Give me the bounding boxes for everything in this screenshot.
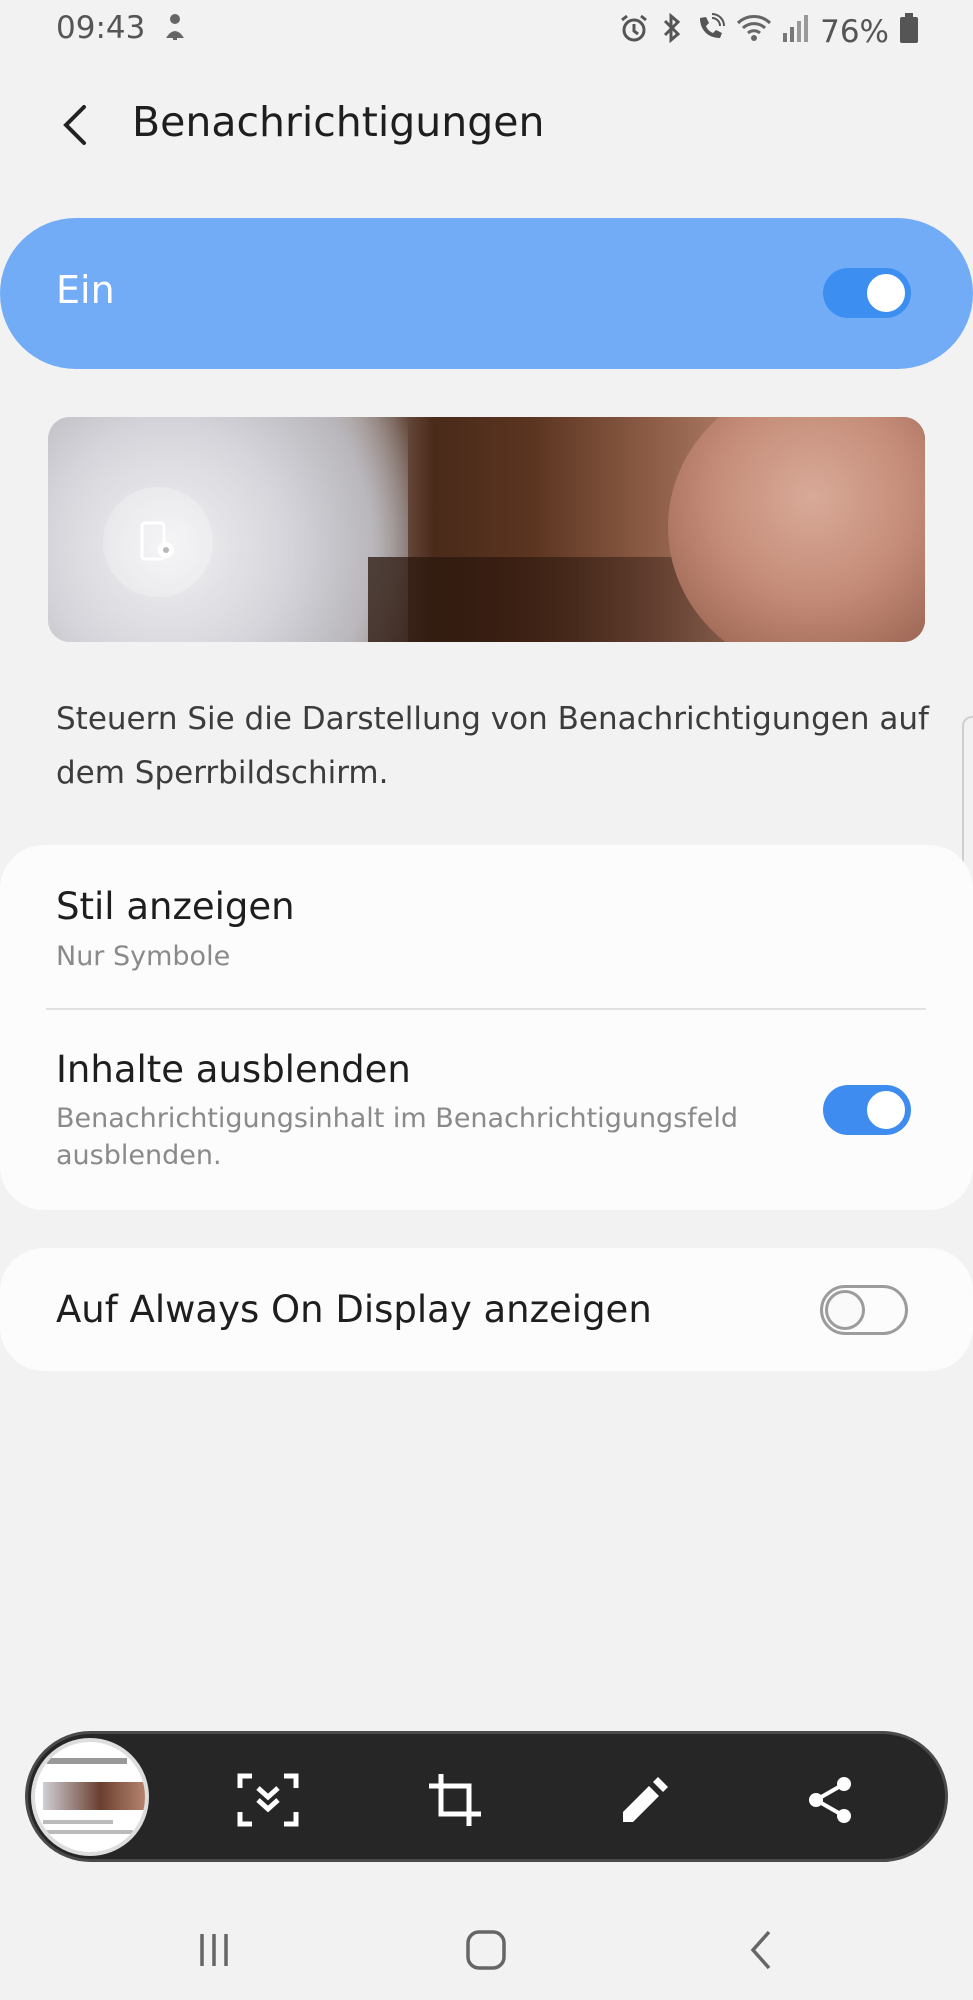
hide-content-switch[interactable] [823,1085,911,1135]
crop-icon [429,1774,481,1826]
style-setting-title: Stil anzeigen [56,885,295,928]
home-button[interactable] [456,1920,516,1980]
status-time: 09:43 [56,10,146,46]
settings-card: Stil anzeigen Nur Symbole Inhalte ausble… [0,845,973,1210]
description-text: Steuern Sie die Darstellung von Benachri… [56,701,929,791]
wifi-call-icon [694,12,726,52]
preview-settings-button[interactable] [103,487,213,597]
lockscreen-preview [48,417,925,642]
scroll-capture-button[interactable] [232,1764,304,1836]
home-icon [466,1930,506,1970]
status-bar: 09:43 76% [0,0,973,60]
master-switch-label: Ein [56,268,115,312]
aod-switch[interactable] [820,1285,908,1335]
style-setting-value: Nur Symbole [56,941,231,972]
recents-icon [200,1934,228,1966]
pen-icon [623,1777,668,1822]
bluetooth-icon [660,12,684,52]
back-button[interactable] [50,100,100,150]
alarm-icon [618,12,650,52]
battery-percent: 76% [820,14,889,50]
back-icon [750,1930,771,1970]
screenshot-toolbar [25,1731,948,1862]
preview-background [48,417,408,642]
draw-button[interactable] [607,1764,679,1836]
switch-knob [864,1088,908,1132]
switch-knob [825,1290,865,1330]
recents-button[interactable] [184,1920,244,1980]
master-switch-row[interactable]: Ein [0,218,973,369]
wifi-icon [736,13,772,51]
app-header: Benachrichtigungen [0,80,973,170]
style-setting-row[interactable]: Stil anzeigen Nur Symbole [0,845,973,1008]
nav-back-button[interactable] [730,1920,790,1980]
hide-content-title: Inhalte ausblenden [56,1048,411,1091]
status-icons: 76% [618,12,919,52]
switch-knob [864,271,908,315]
mute-icon [160,10,190,44]
battery-icon [899,12,919,52]
crop-button[interactable] [419,1764,491,1836]
aod-setting-row[interactable]: Auf Always On Display anzeigen [0,1248,973,1371]
aod-setting-title: Auf Always On Display anzeigen [56,1288,652,1331]
master-switch[interactable] [823,268,911,318]
screenshot-thumbnail[interactable] [31,1738,149,1856]
share-button[interactable] [794,1764,866,1836]
hide-content-row[interactable]: Inhalte ausblenden Benachrichtigungsinha… [0,1010,973,1210]
chevron-left-icon [63,105,86,145]
share-icon [809,1777,851,1823]
hide-content-subtitle: Benachrichtigungsinhalt im Benachrichtig… [56,1103,739,1171]
device-settings-icon [140,521,174,561]
navigation-bar [0,1900,973,2000]
signal-icon [782,13,810,51]
scroll-capture-icon [237,1773,299,1827]
page-title: Benachrichtigungen [132,98,545,146]
